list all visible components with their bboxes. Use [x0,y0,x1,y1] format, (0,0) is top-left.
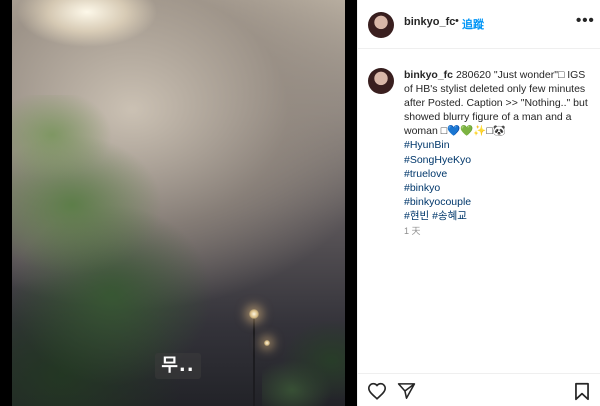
distant-lamp-light [264,340,270,346]
street-lamp-pole [253,318,255,406]
more-options-icon[interactable]: ••• [576,12,595,29]
instagram-post: 무.. binkyo_fc • 追蹤 ••• binkyo_fc 280620 … [0,0,600,406]
hashtag-link[interactable]: #현빈 #송혜교 [404,209,592,223]
hashtag-link[interactable]: #truelove [404,167,592,181]
street-lamp-light [249,309,259,319]
hashtag-list: #HyunBin #SongHyeKyo #truelove #binkyo #… [404,138,592,223]
bookmark-icon[interactable] [574,382,590,401]
separator-dot: • [455,15,459,27]
hashtag-link[interactable]: #HyunBin [404,138,592,152]
hashtag-link[interactable]: #SongHyeKyo [404,153,592,167]
follow-button[interactable]: 追蹤 [462,16,484,32]
hashtag-link[interactable]: #binkyo [404,181,592,195]
action-bar [358,373,600,406]
video-text-overlay: 무.. [155,353,201,379]
caption-body: binkyo_fc 280620 "Just wonder"□ IGS of H… [404,68,592,223]
bush-foliage [262,300,345,406]
author-avatar[interactable] [368,12,394,38]
caption-username[interactable]: binkyo_fc [404,69,453,81]
post-sidebar: binkyo_fc • 追蹤 ••• binkyo_fc 280620 "Jus… [357,0,600,406]
post-media[interactable]: 무.. [0,0,357,406]
paper-plane-icon[interactable] [397,382,416,400]
post-timestamp[interactable]: 1 天 [404,224,421,237]
author-username[interactable]: binkyo_fc [404,16,455,28]
post-header: binkyo_fc • 追蹤 ••• [358,0,600,49]
caption-avatar[interactable] [368,68,394,94]
hashtag-link[interactable]: #binkyocouple [404,195,592,209]
heart-icon[interactable] [367,382,387,400]
video-frame: 무.. [12,0,345,406]
